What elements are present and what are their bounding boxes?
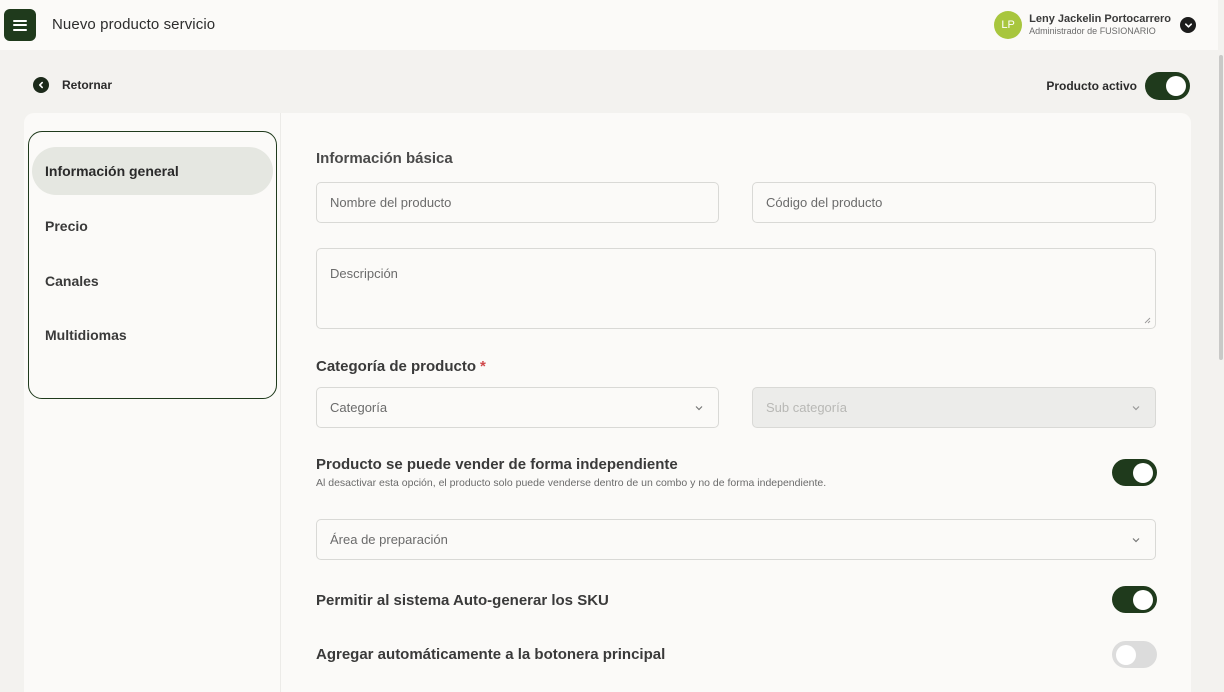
required-mark: * (480, 358, 486, 375)
subcategory-select: Sub categoría (752, 387, 1156, 428)
product-active-label: Producto activo (1046, 79, 1137, 93)
top-bar: Nuevo producto servicio LP Leny Jackelin… (0, 0, 1218, 50)
product-name-input[interactable]: Nombre del producto (316, 182, 719, 223)
user-role: Administrador de FUSIONARIO (1029, 26, 1156, 36)
scrollbar[interactable] (1218, 0, 1224, 692)
chevron-down-icon (695, 406, 703, 411)
category-title-text: Categoría de producto (316, 358, 477, 375)
chevron-down-icon (1132, 406, 1140, 411)
product-active-toggle[interactable] (1145, 72, 1190, 100)
toggle-knob (1133, 463, 1153, 483)
chevron-left-icon (33, 77, 49, 93)
main-panel-toggle[interactable] (1112, 641, 1157, 668)
section-sidebar: Información general Precio Canales Multi… (24, 113, 281, 692)
main-card: Información general Precio Canales Multi… (24, 113, 1191, 692)
user-info: Leny Jackelin Portocarrero Administrador… (1029, 13, 1171, 37)
page-title: Nuevo producto servicio (52, 16, 216, 33)
sidebar-item-canales[interactable]: Canales (32, 257, 273, 305)
toggle-knob (1116, 645, 1136, 665)
product-active-control: Producto activo (1046, 72, 1190, 100)
category-placeholder: Categoría (330, 400, 388, 415)
main-panel-title: Agregar automáticamente a la botonera pr… (316, 646, 666, 663)
preparation-area-select[interactable]: Área de preparación (316, 519, 1156, 560)
subcategory-placeholder: Sub categoría (766, 400, 847, 415)
independent-sale-toggle[interactable] (1112, 459, 1157, 486)
product-code-input[interactable]: Código del producto (752, 182, 1156, 223)
auto-sku-title: Permitir al sistema Auto-generar los SKU (316, 592, 609, 609)
category-title: Categoría de producto * (316, 358, 486, 375)
scrollbar-thumb[interactable] (1219, 55, 1223, 360)
basic-info-title: Información básica (316, 150, 453, 167)
product-name-placeholder: Nombre del producto (330, 195, 452, 210)
menu-button[interactable] (4, 9, 36, 41)
hamburger-icon (13, 19, 27, 31)
chevron-down-icon (1132, 538, 1140, 543)
chevron-down-icon[interactable] (1180, 17, 1196, 33)
preparation-area-placeholder: Área de preparación (330, 532, 448, 547)
auto-sku-toggle[interactable] (1112, 586, 1157, 613)
description-placeholder: Descripción (330, 266, 398, 281)
resize-handle-icon[interactable] (1144, 317, 1151, 324)
sidebar-item-multidiomas[interactable]: Multidiomas (32, 311, 273, 359)
category-select[interactable]: Categoría (316, 387, 719, 428)
independent-sale-description: Al desactivar esta opción, el producto s… (316, 477, 827, 489)
user-name: Leny Jackelin Portocarrero (1029, 13, 1171, 25)
independent-sale-title: Producto se puede vender de forma indepe… (316, 456, 678, 473)
toggle-knob (1133, 590, 1153, 610)
avatar: LP (994, 11, 1023, 39)
product-code-placeholder: Código del producto (766, 195, 883, 210)
sidebar-item-precio[interactable]: Precio (32, 202, 273, 250)
user-menu[interactable]: LP Leny Jackelin Portocarrero Administra… (994, 11, 1196, 39)
back-button[interactable]: Retornar (33, 77, 112, 93)
back-label: Retornar (62, 78, 113, 92)
toggle-knob (1166, 76, 1186, 96)
sidebar-item-informacion-general[interactable]: Información general (32, 147, 273, 195)
description-textarea[interactable]: Descripción (316, 248, 1156, 329)
